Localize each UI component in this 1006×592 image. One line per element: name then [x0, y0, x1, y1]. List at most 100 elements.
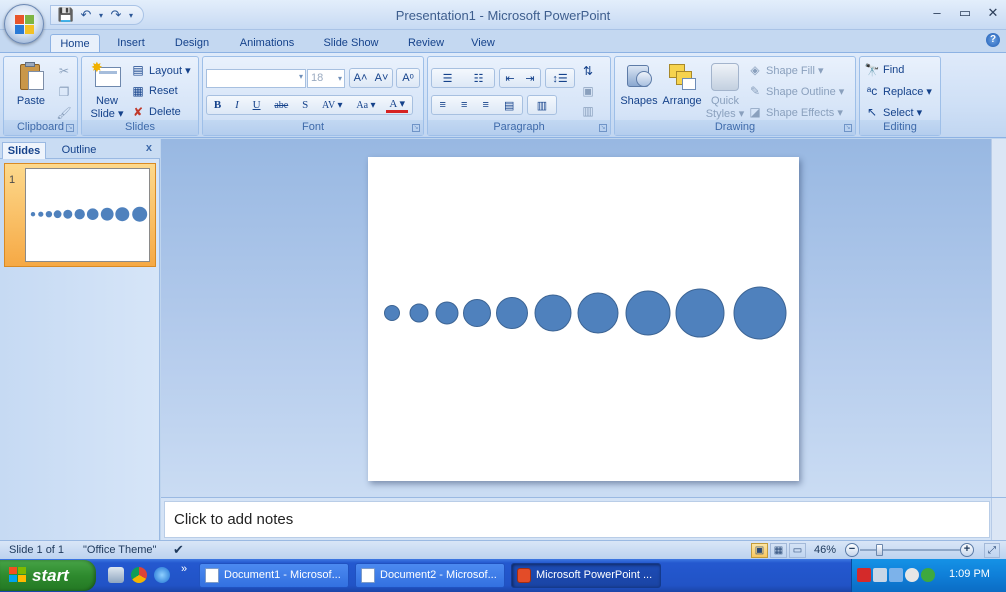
zoom-level[interactable]: 46% [814, 544, 836, 556]
tab-outline[interactable]: Outline [50, 142, 108, 159]
decrease-indent-icon[interactable]: ⇤ [502, 72, 517, 85]
minimize-button[interactable]: – [930, 5, 944, 21]
tab-slides[interactable]: Slides [2, 142, 46, 159]
find-button[interactable]: 🔭 Find [864, 60, 905, 80]
tab-design[interactable]: Design [166, 34, 218, 52]
slide-sorter-view-button[interactable]: ▦ [770, 543, 787, 558]
align-text-button[interactable]: ▣ [580, 81, 596, 101]
strikethrough-button[interactable]: abe [271, 100, 291, 111]
tab-animations[interactable]: Animations [230, 34, 304, 52]
change-case-button[interactable]: Aa ▾ [353, 100, 378, 111]
align-right-icon[interactable]: ≡ [480, 99, 492, 111]
slide-circle[interactable] [435, 301, 459, 325]
tab-home[interactable]: Home [50, 34, 100, 52]
slide-circle[interactable] [733, 286, 787, 340]
show-desktop-icon[interactable] [108, 567, 124, 583]
bold-button[interactable]: B [211, 99, 224, 111]
font-color-button[interactable]: A ▾ [386, 98, 408, 113]
arrange-button[interactable]: Arrange [660, 61, 704, 108]
increase-indent-icon[interactable]: ⇥ [522, 72, 537, 85]
slide-circle[interactable] [496, 297, 528, 329]
normal-view-button[interactable]: ▣ [751, 543, 768, 558]
cut-button[interactable]: ✂ [56, 61, 72, 81]
clear-formatting-button[interactable]: Aᵒ [396, 68, 420, 88]
tab-insert[interactable]: Insert [108, 34, 154, 52]
chrome-icon[interactable] [131, 567, 147, 583]
security-icon[interactable] [905, 568, 919, 582]
align-left-icon[interactable]: ≡ [437, 99, 449, 111]
slide-circle[interactable] [384, 305, 400, 321]
shape-effects-button[interactable]: ◪ Shape Effects ▾ [747, 102, 843, 122]
quick-styles-button[interactable]: Quick Styles ▾ [705, 61, 745, 121]
slide-circle[interactable] [409, 303, 429, 323]
close-panel-icon[interactable]: x [146, 142, 152, 154]
columns-button[interactable]: ▥ [527, 95, 557, 115]
font-size-dropdown-icon[interactable]: ▾ [338, 70, 342, 87]
text-shadow-button[interactable]: S [299, 99, 311, 111]
quick-launch-more-icon[interactable]: » [181, 563, 187, 575]
slide-circle[interactable] [577, 292, 619, 334]
underline-button[interactable]: U [250, 99, 264, 111]
layout-button[interactable]: ▤ Layout ▾ [130, 60, 190, 80]
tab-view[interactable]: View [462, 34, 504, 52]
notes-input[interactable]: Click to add notes [164, 501, 990, 538]
font-name-box[interactable]: ▾ [206, 69, 306, 88]
quicktime-icon[interactable] [857, 568, 871, 582]
close-button[interactable]: ✕ [986, 5, 1000, 21]
zoom-slider[interactable] [860, 549, 960, 551]
fit-to-window-button[interactable]: ⤢ [984, 543, 1000, 558]
bullets-icon[interactable]: ☰ [440, 72, 456, 85]
numbering-icon[interactable]: ☷ [471, 72, 487, 85]
character-spacing-button[interactable]: AV ▾ [319, 100, 346, 111]
help-icon[interactable]: ? [986, 33, 1000, 47]
line-spacing-button[interactable]: ↕☰ [545, 68, 575, 88]
shape-fill-button[interactable]: ◈ Shape Fill ▾ [747, 60, 823, 80]
new-slide-button[interactable]: ✸ New Slide ▾ [86, 60, 128, 121]
taskbar-item-document1[interactable]: Document1 - Microsof... [199, 563, 349, 588]
clipboard-launcher-icon[interactable]: ↘ [66, 124, 74, 132]
convert-smartart-button[interactable]: ▥ [580, 101, 596, 121]
slide-circle[interactable] [463, 299, 491, 327]
select-button[interactable]: ↖ Select ▾ [864, 102, 922, 122]
shrink-font-button[interactable]: A˅ [372, 72, 392, 84]
justify-icon[interactable]: ▤ [501, 99, 517, 112]
zoom-slider-handle[interactable] [876, 544, 883, 556]
taskbar-item-document2[interactable]: Document2 - Microsof... [355, 563, 505, 588]
slide-canvas[interactable] [368, 157, 799, 481]
tab-slide-show[interactable]: Slide Show [316, 34, 386, 52]
drawing-launcher-icon[interactable]: ↘ [844, 124, 852, 132]
slide-circle[interactable] [675, 288, 725, 338]
font-name-dropdown-icon[interactable]: ▾ [299, 72, 303, 81]
office-button[interactable] [4, 4, 44, 44]
update-icon[interactable] [921, 568, 935, 582]
zoom-out-button[interactable]: − [845, 543, 859, 557]
slide-show-view-button[interactable]: ▭ [789, 543, 806, 558]
slide-thumbnail[interactable] [25, 168, 150, 262]
vertical-scrollbar[interactable] [991, 139, 1006, 497]
font-launcher-icon[interactable]: ↘ [412, 124, 420, 132]
volume-icon[interactable] [889, 568, 903, 582]
internet-explorer-icon[interactable] [154, 567, 170, 583]
font-size-box[interactable]: 18 ▾ [307, 69, 345, 88]
align-center-icon[interactable]: ≡ [458, 99, 470, 111]
paragraph-launcher-icon[interactable]: ↘ [599, 124, 607, 132]
shape-outline-button[interactable]: ✎ Shape Outline ▾ [747, 81, 844, 101]
shapes-button[interactable]: Shapes [618, 61, 660, 108]
slide-circle[interactable] [534, 294, 572, 332]
spell-check-icon[interactable]: ✔ [173, 542, 184, 558]
grow-font-button[interactable]: A˄ [351, 72, 371, 84]
text-direction-button[interactable]: ⇅ [580, 61, 596, 81]
copy-button[interactable]: ❐ [56, 82, 72, 102]
paste-button[interactable]: Paste [8, 61, 54, 108]
delete-button[interactable]: ✘ Delete [130, 102, 181, 122]
italic-button[interactable]: I [232, 99, 242, 111]
start-button[interactable]: start [0, 560, 96, 591]
zoom-in-button[interactable]: + [960, 543, 974, 557]
restore-button[interactable]: ▭ [958, 5, 972, 21]
slide-circle[interactable] [625, 290, 671, 336]
tab-review[interactable]: Review [400, 34, 452, 52]
network-icon[interactable] [873, 568, 887, 582]
reset-button[interactable]: ▦ Reset [130, 81, 177, 101]
slide-thumbnail-selected[interactable]: 1 [4, 163, 156, 267]
notes-scrollbar[interactable] [991, 498, 1006, 541]
